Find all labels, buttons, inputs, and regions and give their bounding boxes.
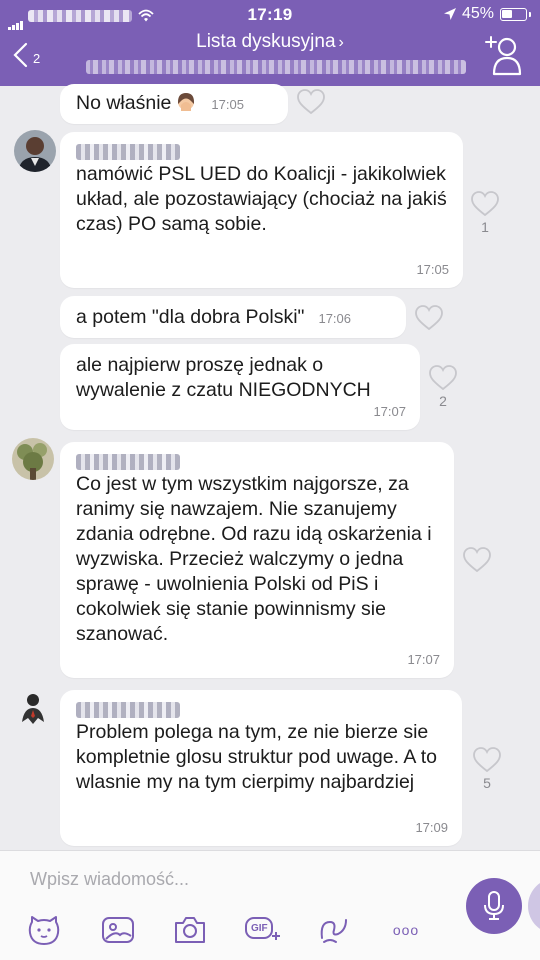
- chat-title-text: Lista dyskusyjna: [196, 31, 336, 52]
- battery-percentage: 45%: [462, 5, 495, 22]
- title-chevron-icon: ›: [338, 34, 344, 51]
- avatar[interactable]: [12, 438, 54, 480]
- message-time: 17:06: [318, 311, 352, 326]
- gif-label: GIF: [251, 923, 268, 934]
- sticker-icon[interactable]: [26, 912, 62, 948]
- heart-icon[interactable]: [462, 546, 492, 574]
- secondary-action-button[interactable]: [528, 878, 540, 934]
- message-time: 17:09: [415, 820, 448, 835]
- woman-facepalming-emoji: [178, 93, 195, 111]
- heart-icon[interactable]: [470, 190, 500, 218]
- like-count: 1: [481, 219, 489, 235]
- unread-count: 2: [33, 51, 41, 66]
- heart-icon[interactable]: [428, 364, 458, 392]
- heart-icon[interactable]: [296, 88, 326, 116]
- battery-nub: [529, 12, 531, 17]
- message-text: ale najpierw proszę jednak o wywalenie z…: [76, 354, 371, 401]
- battery-level: [502, 10, 512, 18]
- message-bubble[interactable]: namówić PSL UED do Koalicji - jakikolwie…: [60, 132, 463, 288]
- gif-icon[interactable]: GIF: [244, 912, 280, 948]
- message-text: a potem "dla dobra Polski": [76, 306, 305, 328]
- heart-icon[interactable]: [472, 746, 502, 774]
- add-participant-icon[interactable]: [480, 34, 526, 78]
- battery-icon: [500, 8, 531, 21]
- microphone-icon: [484, 891, 504, 920]
- message-time: 17:07: [373, 404, 406, 419]
- message-text: Co jest w tym wszystkim najgorsze, za ra…: [76, 473, 432, 645]
- sender-blur: [76, 454, 180, 470]
- message-text: namówić PSL UED do Koalicji - jakikolwie…: [76, 163, 447, 235]
- chat-header: 17:19 45% 2 Lista dyskusyjna ›: [0, 0, 540, 86]
- camera-icon[interactable]: [172, 912, 208, 948]
- doodle-icon[interactable]: [316, 912, 352, 948]
- message-list[interactable]: No właśnie 17:05 namówić PSL UED do Koali…: [0, 84, 540, 850]
- message-time: 17:07: [407, 652, 440, 667]
- sender-name-redacted: [76, 452, 180, 470]
- message-bubble[interactable]: a potem "dla dobra Polski" 17:06: [60, 296, 406, 338]
- message-text: No właśnie: [76, 92, 172, 114]
- heart-icon[interactable]: [414, 304, 444, 332]
- sender-blur: [76, 702, 180, 718]
- message-input[interactable]: Wpisz wiadomość...: [30, 869, 189, 890]
- sender-name-redacted: [76, 700, 180, 718]
- sender-name-redacted: [76, 142, 180, 160]
- avatar[interactable]: [12, 686, 54, 728]
- message-time: 17:05: [416, 262, 449, 277]
- like-count: 2: [439, 393, 447, 409]
- like-count: 5: [483, 775, 491, 791]
- voice-message-button[interactable]: [466, 878, 522, 934]
- message-bubble[interactable]: Problem polega na tym, ze nie bierze sie…: [60, 690, 462, 846]
- location-arrow-icon: [444, 8, 456, 20]
- message-bubble[interactable]: No właśnie 17:05: [60, 84, 288, 124]
- avatar[interactable]: [14, 130, 56, 172]
- status-bar: 17:19 45%: [0, 0, 540, 30]
- participants-redacted: [86, 60, 466, 74]
- chat-title[interactable]: Lista dyskusyjna ›: [0, 31, 540, 53]
- message-bubble[interactable]: Co jest w tym wszystkim najgorsze, za ra…: [60, 442, 454, 678]
- message-bubble[interactable]: ale najpierw proszę jednak o wywalenie z…: [60, 344, 420, 430]
- more-label: ooo: [392, 922, 420, 938]
- status-time: 17:19: [247, 5, 293, 24]
- sender-blur: [76, 144, 180, 160]
- more-icon[interactable]: ooo: [388, 912, 424, 948]
- message-text: Problem polega na tym, ze nie bierze sie…: [76, 721, 437, 793]
- gallery-icon[interactable]: [100, 912, 136, 948]
- message-time: 17:05: [211, 97, 244, 112]
- participants-blur: [86, 60, 466, 74]
